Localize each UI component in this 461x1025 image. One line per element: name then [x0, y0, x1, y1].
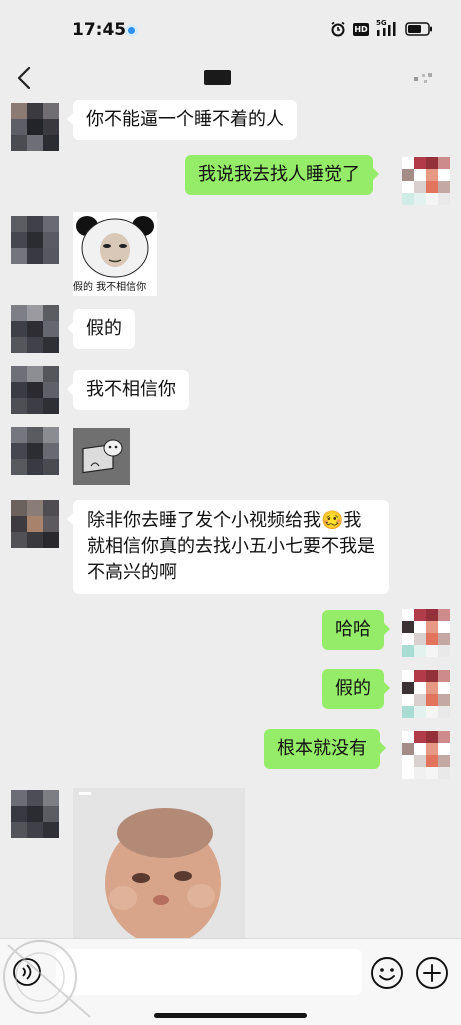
chat-header: ■■: [0, 58, 461, 100]
plus-icon[interactable]: [415, 956, 449, 990]
more-icon[interactable]: [413, 70, 439, 88]
avatar[interactable]: [11, 500, 59, 548]
avatar[interactable]: [11, 366, 59, 414]
voice-icon[interactable]: [12, 957, 42, 987]
laptop-meme-icon: [73, 428, 130, 485]
message-bubble[interactable]: 根本就没有: [264, 729, 386, 769]
signal-icon: 5G: [376, 19, 398, 37]
avatar[interactable]: [11, 103, 59, 151]
input-bar: [0, 938, 461, 1025]
status-bar: 17:45 HD 5G: [0, 0, 461, 58]
sticker-caption: 假的 我不相信你: [73, 282, 147, 293]
avatar[interactable]: [11, 790, 59, 838]
status-icons: HD 5G: [330, 19, 433, 37]
panda-meme-icon: [76, 216, 154, 278]
home-indicator: [154, 1013, 307, 1018]
panda-sticker[interactable]: 假的 我不相信你: [73, 212, 157, 296]
avatar[interactable]: [11, 427, 59, 475]
message-input[interactable]: [56, 949, 362, 995]
message-bubble[interactable]: 我说我去找人睡觉了: [185, 155, 379, 195]
alarm-icon: [331, 21, 345, 37]
message-bubble[interactable]: 假的: [322, 669, 390, 709]
avatar[interactable]: [11, 216, 59, 264]
hd-icon: HD: [353, 22, 369, 36]
emoji-icon[interactable]: [370, 956, 404, 990]
message-bubble[interactable]: 你不能逼一个睡不着的人: [67, 100, 297, 140]
message-bubble[interactable]: 除非你去睡了发个小视频给我🥴我就相信你真的去找小五小七要不我是不高兴的啊: [67, 500, 389, 594]
chevron-left-icon[interactable]: [12, 64, 38, 92]
avatar[interactable]: [11, 305, 59, 353]
avatar[interactable]: [402, 670, 450, 718]
avatar[interactable]: [402, 609, 450, 657]
battery-icon: [405, 22, 432, 36]
baby-face-icon: [73, 788, 245, 938]
message-bubble[interactable]: 我不相信你: [67, 370, 189, 410]
laptop-sticker[interactable]: [73, 428, 130, 485]
chat-title: ■■: [204, 70, 231, 85]
avatar[interactable]: [402, 731, 450, 779]
status-time: 17:45: [72, 20, 127, 40]
location-icon: [125, 24, 138, 37]
message-bubble[interactable]: 哈哈: [322, 610, 390, 650]
avatar[interactable]: [402, 157, 450, 205]
baby-image[interactable]: [73, 788, 245, 938]
message-bubble[interactable]: 假的: [67, 309, 135, 349]
message-list[interactable]: 你不能逼一个睡不着的人 我说我去找人睡觉了 假的 我不相信你 假的 我不相信你 …: [0, 100, 461, 938]
